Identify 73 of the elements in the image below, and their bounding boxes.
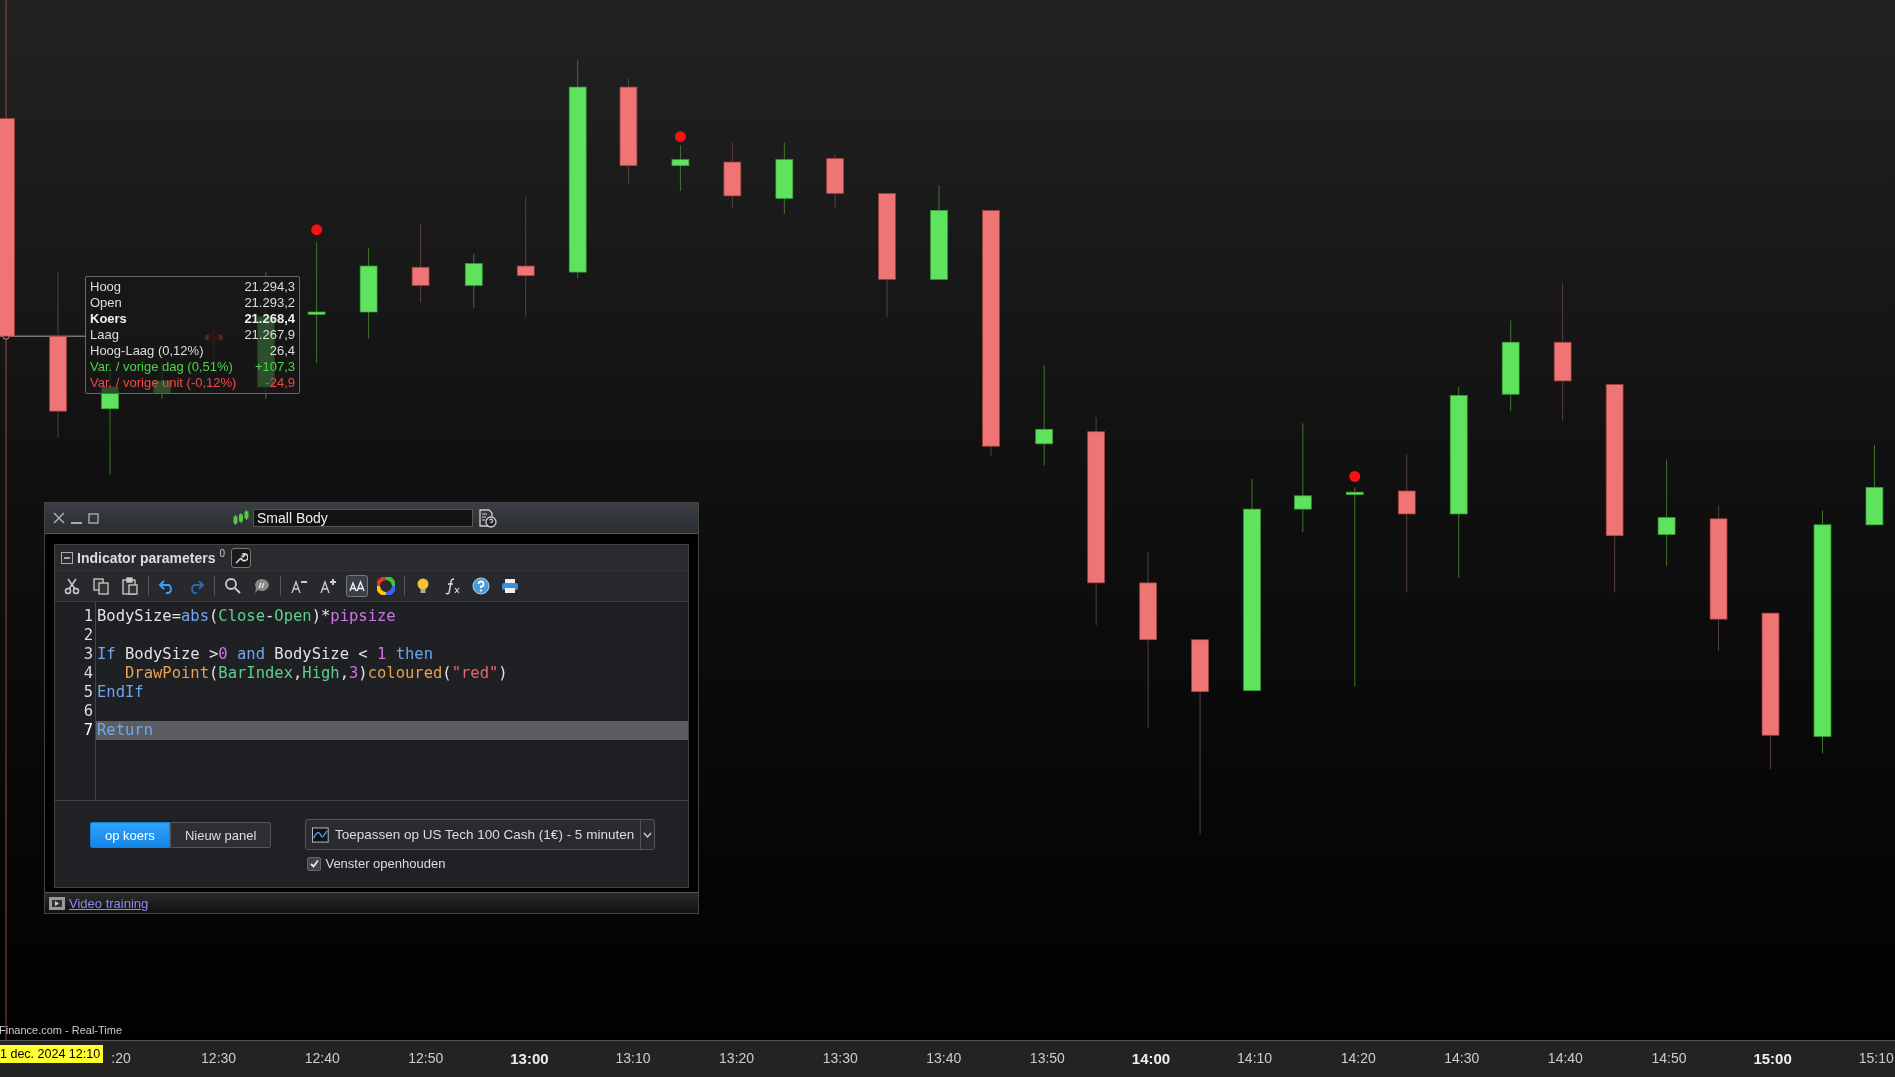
close-icon[interactable] [53, 512, 65, 524]
time-label: 14:30 [1444, 1050, 1480, 1066]
tooltip-value: 21.294,3 [244, 279, 295, 295]
code-line: If BodySize >0 and BodySize < 1 then [96, 645, 434, 664]
time-label: 12:50 [408, 1050, 444, 1066]
aa-button[interactable] [346, 575, 368, 597]
cursor-date-label: 1 dec. 2024 12:10 [0, 1045, 104, 1063]
tooltip-label: Var. / vorige unit (-0,12%) [90, 375, 237, 391]
time-label: 14:50 [1651, 1050, 1687, 1066]
candle [826, 154, 844, 209]
time-label: 13:10 [615, 1050, 651, 1066]
copy-button[interactable] [90, 575, 112, 597]
line-chart-icon [312, 825, 329, 844]
tooltip-label: Laag [90, 327, 119, 343]
tooltip-label: Var. / vorige dag (0,51%) [90, 359, 233, 375]
tooltip-value: -24,9 [265, 375, 295, 391]
code-line: EndIf [96, 683, 145, 702]
line-number: 4 [82, 664, 94, 683]
line-number: 7 [82, 721, 94, 740]
time-label: 14:20 [1340, 1050, 1376, 1066]
candlestick-icon [233, 510, 249, 526]
line-number: 1 [82, 607, 94, 626]
indicator-name-field[interactable]: Small Body [253, 509, 473, 527]
time-label: 14:10 [1237, 1050, 1273, 1066]
tooltip-label: Open [90, 295, 122, 311]
paste-button[interactable] [119, 575, 141, 597]
candle [671, 144, 690, 192]
keep-open-checkbox[interactable] [307, 856, 322, 871]
tooltip-label: Hoog-Laag (0,12%) [90, 343, 204, 359]
time-label: 13:00 [510, 1050, 549, 1067]
help-button[interactable] [470, 575, 492, 597]
color-button[interactable] [375, 575, 397, 597]
time-label: 15:10 [1858, 1050, 1894, 1066]
tooltip-value: 26,4 [269, 343, 295, 359]
line-number: 3 [82, 645, 94, 664]
signal-dot [1349, 471, 1361, 482]
code-line: DrawPoint(BarIndex,High,3)coloured("red") [124, 664, 509, 683]
line-number: 6 [82, 702, 94, 721]
video-training-link[interactable]: Video training [69, 895, 149, 911]
checkbox-label: Venster openhouden [325, 856, 446, 871]
parameter-count: 0 [219, 548, 226, 559]
signal-dot [674, 131, 686, 143]
tooltip-label: Koers [90, 311, 127, 327]
time-label: 13:40 [926, 1050, 962, 1066]
maximize-icon[interactable] [88, 512, 99, 524]
panel-title: Indicator parameters [77, 549, 216, 566]
tooltip-value: 21.293,2 [244, 295, 295, 311]
time-label: 12:40 [304, 1050, 340, 1066]
time-label: 13:50 [1029, 1050, 1065, 1066]
apply-target-dropdown[interactable]: Toepassen op US Tech 100 Cash (1€) - 5 minuten [305, 819, 656, 850]
help-document-icon[interactable] [477, 508, 497, 528]
time-label: 14:40 [1547, 1050, 1583, 1066]
line-number: 5 [82, 683, 94, 702]
collapse-icon[interactable] [61, 551, 73, 564]
line-number: 2 [82, 626, 94, 645]
time-label: 14:00 [1131, 1050, 1171, 1067]
placement-tab[interactable]: Nieuw panel [169, 822, 272, 848]
time-label: :20 [111, 1050, 131, 1066]
data-source-label: Finance.com - Real-Time [0, 1024, 123, 1036]
caret-icon[interactable] [643, 831, 653, 838]
tooltip-value: 21.267,9 [244, 327, 295, 343]
candle [723, 142, 742, 209]
time-label: 15:00 [1753, 1050, 1792, 1067]
candle [464, 253, 483, 309]
film-icon [49, 896, 65, 910]
tooltip-value: +107,3 [254, 359, 295, 375]
code-line: BodySize=abs(Close-Open)*pipsize [96, 607, 397, 626]
tooltip-value: 21.268,4 [244, 311, 295, 327]
signal-dot [311, 224, 323, 236]
time-label: 13:20 [719, 1050, 755, 1066]
time-label: 13:30 [822, 1050, 858, 1066]
tooltip-label: Hoog [90, 279, 122, 295]
time-label: 12:30 [201, 1050, 237, 1066]
